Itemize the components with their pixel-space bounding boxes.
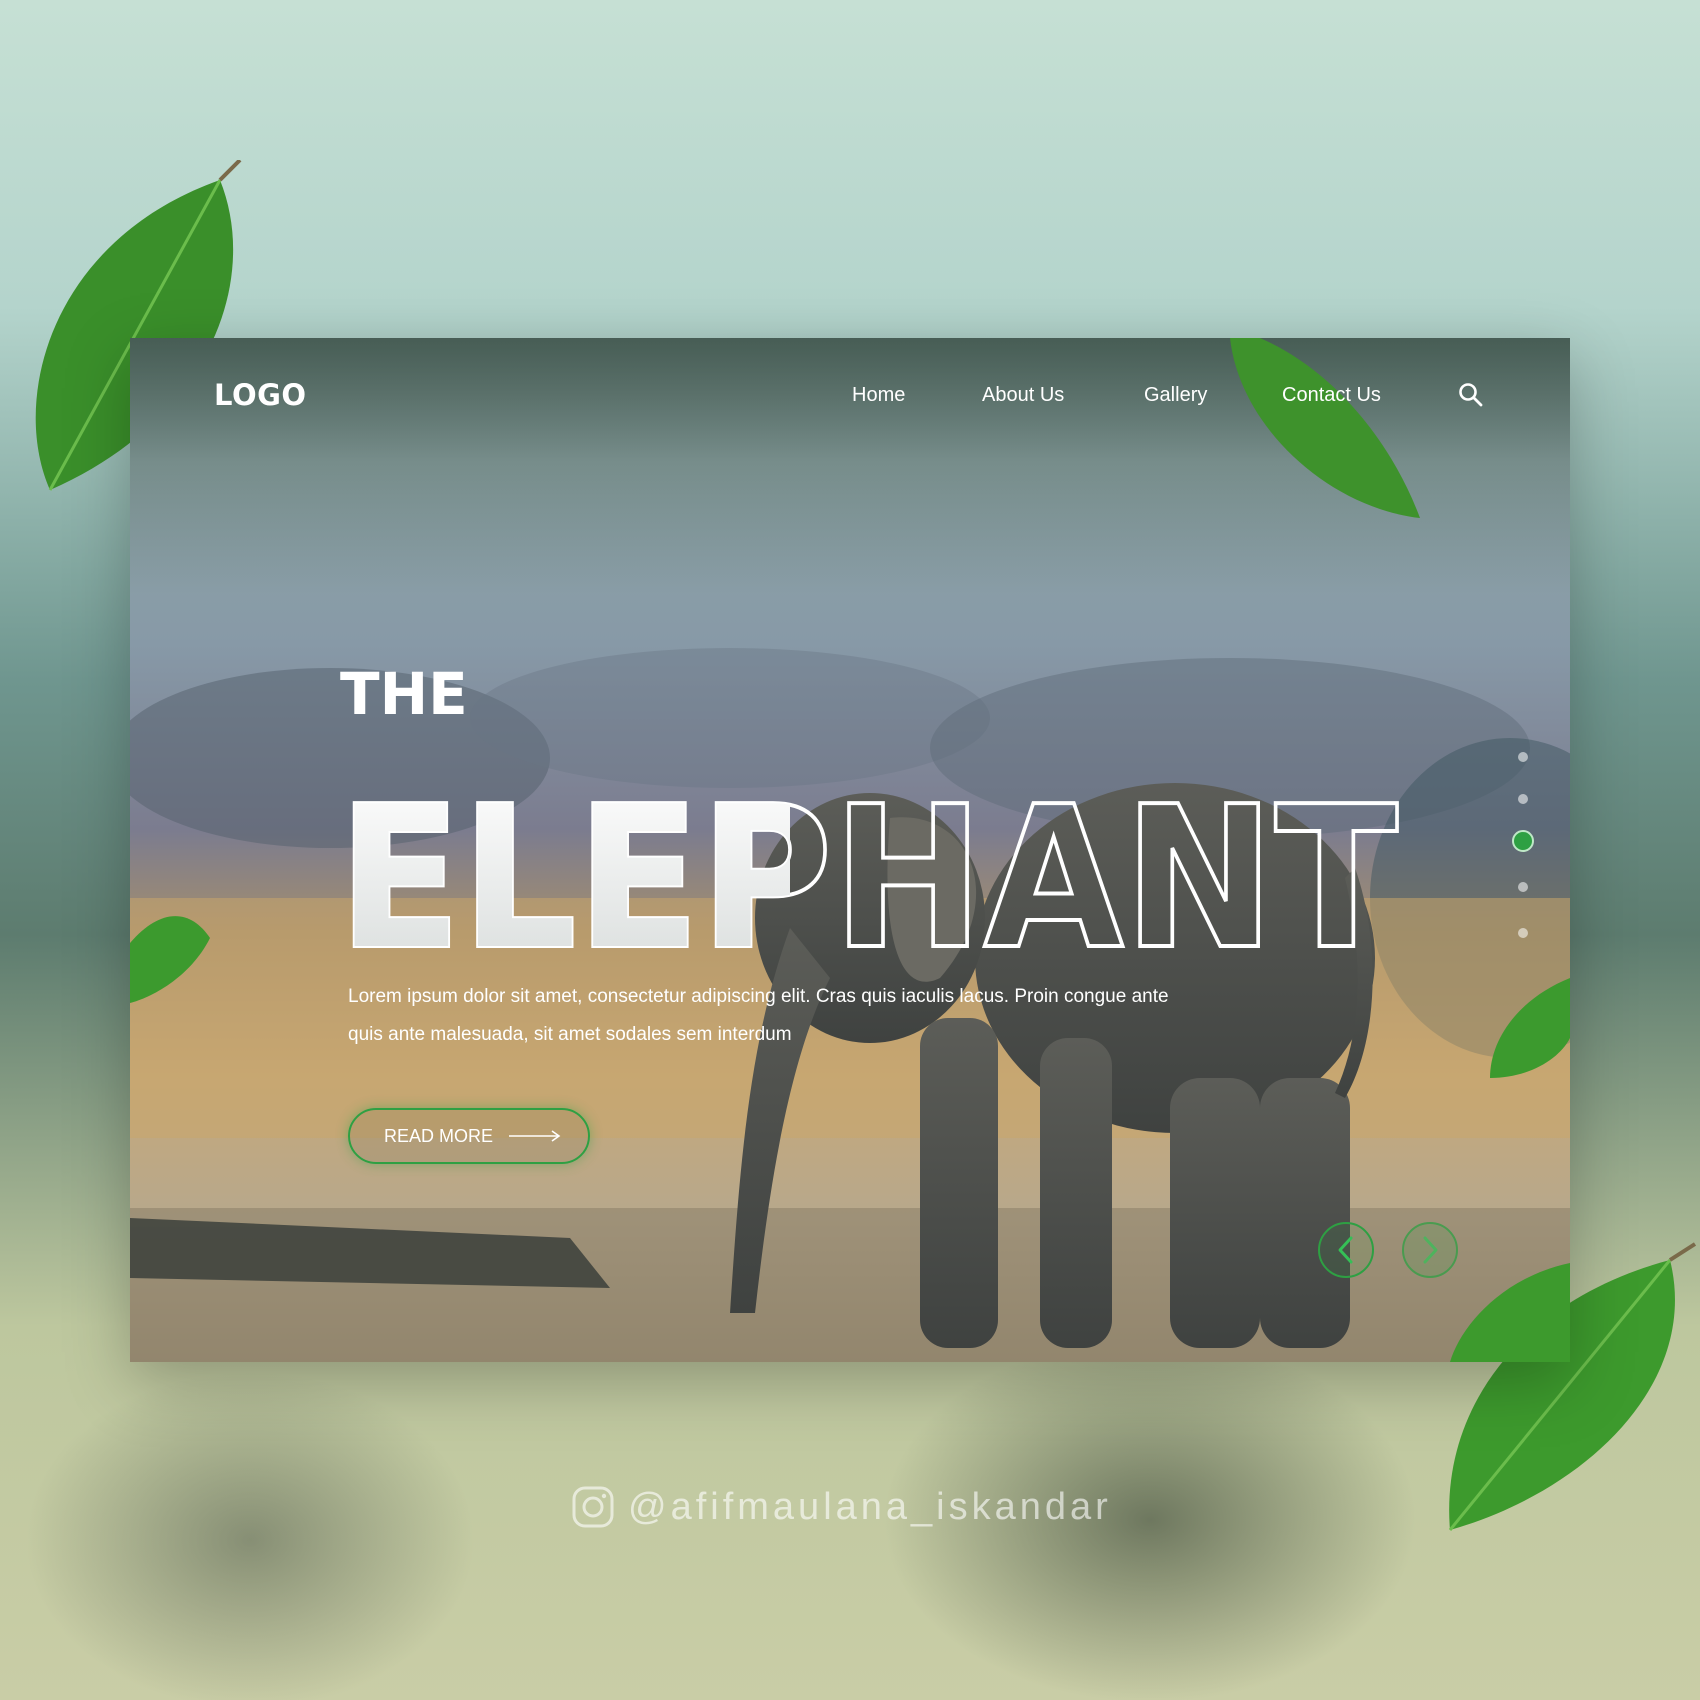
search-icon[interactable] [1458,382,1484,408]
hero-card: LOGO Home About Us Gallery Contact Us TH… [130,338,1570,1362]
instagram-icon [572,1486,614,1528]
pagination-dot[interactable] [1518,882,1528,892]
pagination-dot-active[interactable] [1512,830,1534,852]
pagination-dot[interactable] [1518,794,1528,804]
pagination-dot[interactable] [1518,928,1528,938]
long-arrow-right-icon [509,1130,561,1142]
hero-kicker: THE [340,660,468,728]
slide-pagination [1508,752,1538,972]
nav-home[interactable]: Home [852,384,905,407]
hero-title: ELEPHANT ELEPHANT [336,763,1400,968]
nav-contact-us[interactable]: Contact Us [1282,384,1381,407]
nav-gallery[interactable]: Gallery [1144,384,1207,407]
read-more-label: READ MORE [384,1125,494,1146]
chevron-right-icon [1423,1236,1438,1264]
pagination-dot[interactable] [1518,752,1528,762]
watermark-handle: @afifmaulana_iskandar [628,1485,1112,1528]
next-slide-button[interactable] [1402,1222,1458,1278]
read-more-button[interactable]: READ MORE [348,1108,590,1164]
chevron-left-icon [1338,1236,1353,1264]
top-nav: LOGO Home About Us Gallery Contact Us [130,338,1570,448]
instagram-watermark: @afifmaulana_iskandar [572,1484,1112,1530]
prev-slide-button[interactable] [1318,1222,1374,1278]
hero-description: Lorem ipsum dolor sit amet, consectetur … [348,986,1169,1045]
nav-about-us[interactable]: About Us [982,384,1064,407]
logo[interactable]: LOGO [214,378,307,412]
